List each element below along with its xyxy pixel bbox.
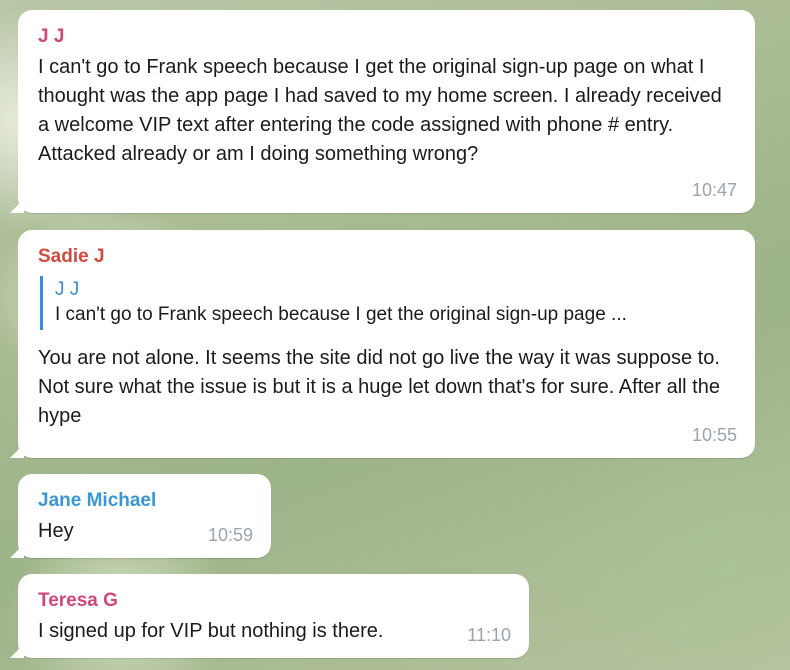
message-text: I can't go to Frank speech because I get…	[38, 56, 722, 165]
bubble-tail	[10, 444, 24, 458]
bubble-tail	[10, 644, 24, 658]
sender-name[interactable]: Teresa G	[38, 590, 511, 612]
sender-name[interactable]: J J	[38, 26, 737, 48]
message-text: You are not alone. It seems the site did…	[38, 347, 720, 427]
sender-name[interactable]: Jane Michael	[38, 490, 253, 512]
message-bubble[interactable]: Sadie J J J I can't go to Frank speech b…	[10, 230, 755, 458]
chat-history: J J I can't go to Frank speech because I…	[0, 0, 790, 670]
message-bubble[interactable]: Teresa G I signed up for VIP but nothing…	[10, 574, 529, 658]
message-time: 10:47	[691, 180, 737, 200]
bubble-tail	[10, 544, 24, 558]
reply-quote[interactable]: J J I can't go to Frank speech because I…	[40, 276, 737, 330]
reply-text: I can't go to Frank speech because I get…	[55, 304, 627, 325]
message-time: 10:59	[207, 525, 253, 545]
message-time: 10:55	[691, 425, 737, 445]
sender-name[interactable]: Sadie J	[38, 246, 737, 268]
message-text: I signed up for VIP but nothing is there…	[38, 620, 384, 642]
reply-sender-name: J J	[55, 279, 80, 300]
message-bubble[interactable]: Jane Michael Hey 10:59	[10, 474, 271, 558]
message-bubble[interactable]: J J I can't go to Frank speech because I…	[10, 10, 755, 213]
message-time: 11:10	[467, 625, 511, 645]
bubble-tail	[10, 199, 24, 213]
